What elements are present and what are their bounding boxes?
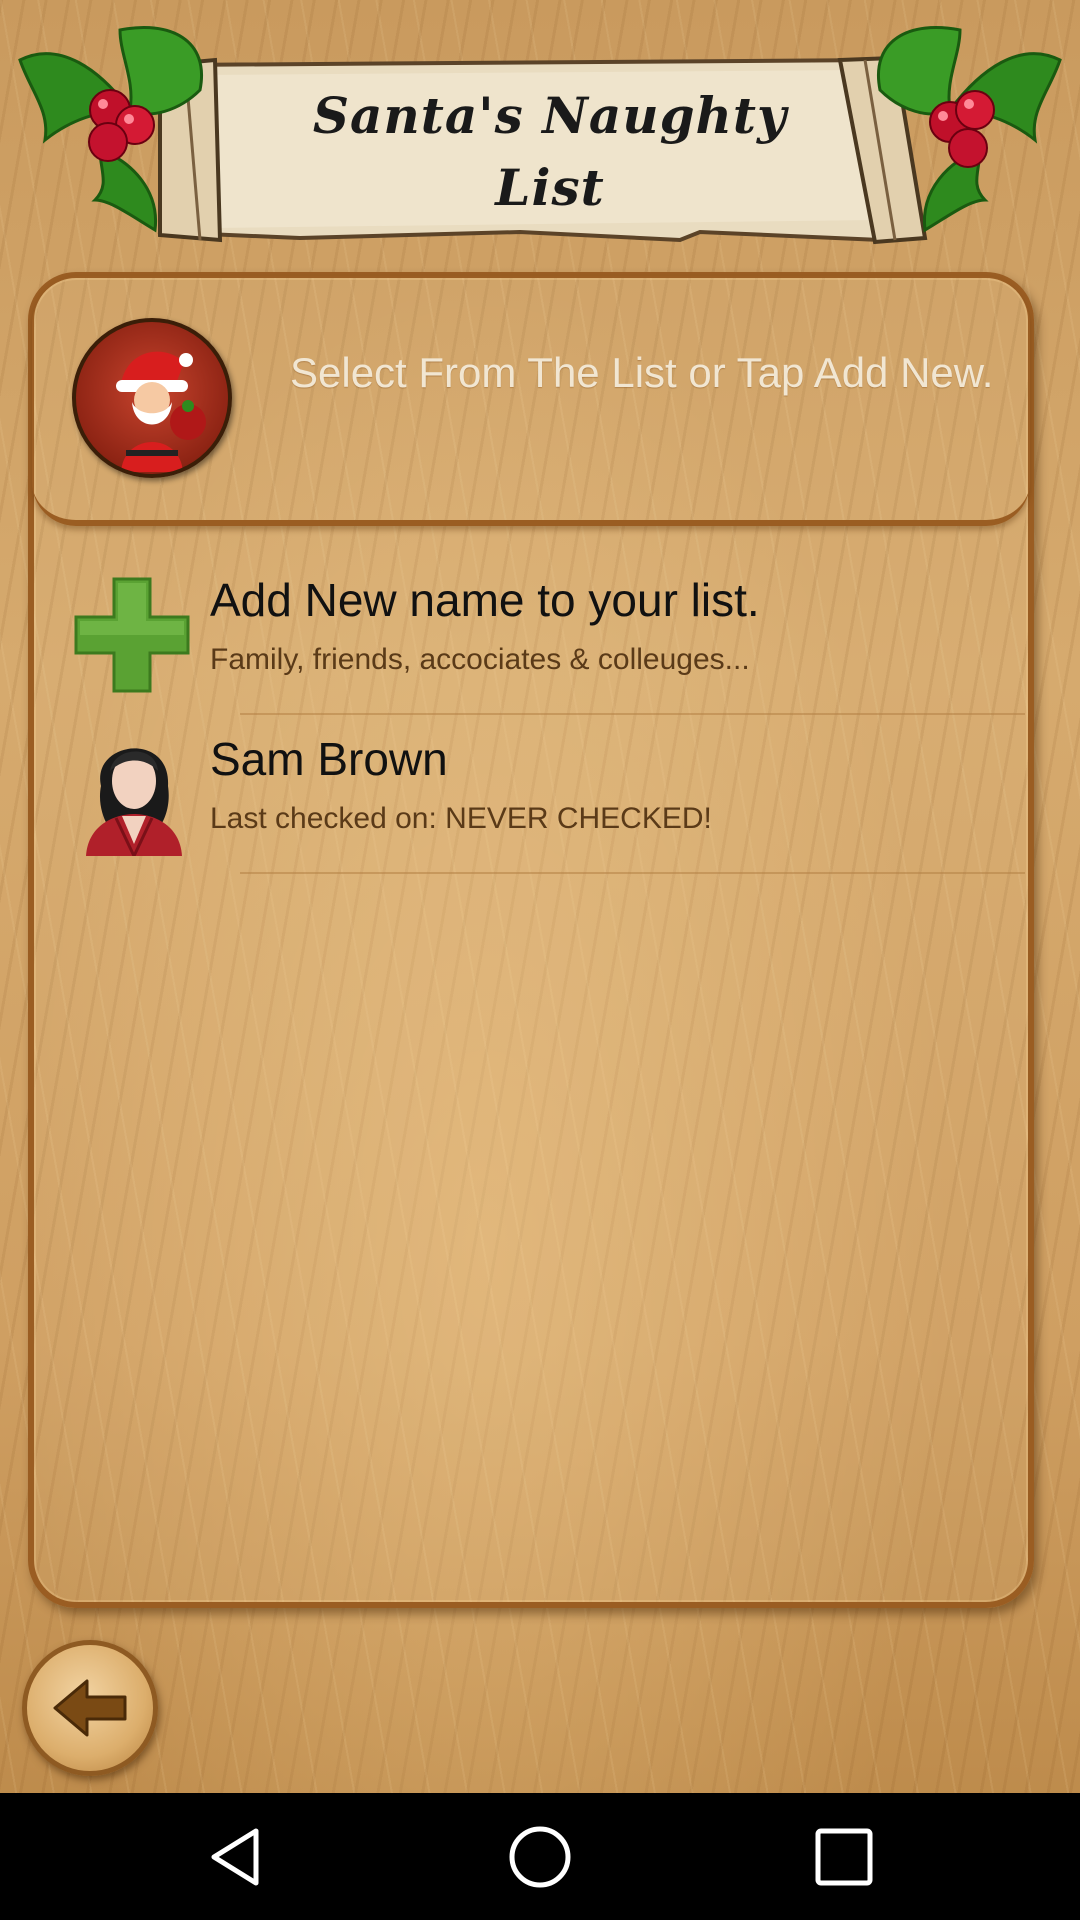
add-new-name-item[interactable]: Add New name to your list. Family, frien… — [40, 557, 1025, 715]
back-button[interactable] — [22, 1640, 158, 1776]
instruction-text: Select From The List or Tap Add New. — [290, 349, 994, 396]
back-triangle-icon[interactable] — [200, 1821, 272, 1893]
contact-name: Sam Brown — [210, 733, 448, 785]
santa-avatar-icon — [72, 318, 232, 478]
page-title: Santa's Naughty List — [312, 86, 788, 217]
add-new-subtitle: Family, friends, accociates & colleuges.… — [210, 643, 750, 676]
last-checked-text: Last checked on: NEVER CHECKED! — [210, 802, 712, 835]
row-divider — [240, 713, 1025, 715]
recents-square-icon[interactable] — [808, 1821, 880, 1893]
person-avatar-icon — [76, 726, 196, 860]
plus-icon — [72, 575, 192, 695]
home-circle-icon[interactable] — [504, 1821, 576, 1893]
app-screen: Santa's Naughty List Select From The Lis… — [0, 0, 1080, 1793]
row-divider — [240, 872, 1025, 874]
list-item-sam-brown[interactable]: Sam Brown Last checked on: NEVER CHECKED… — [40, 716, 1025, 874]
title-banner: Santa's Naughty List — [0, 0, 1080, 270]
back-arrow-icon — [53, 1679, 127, 1737]
add-new-title: Add New name to your list. — [210, 574, 760, 626]
system-navigation-bar — [0, 1793, 1080, 1920]
